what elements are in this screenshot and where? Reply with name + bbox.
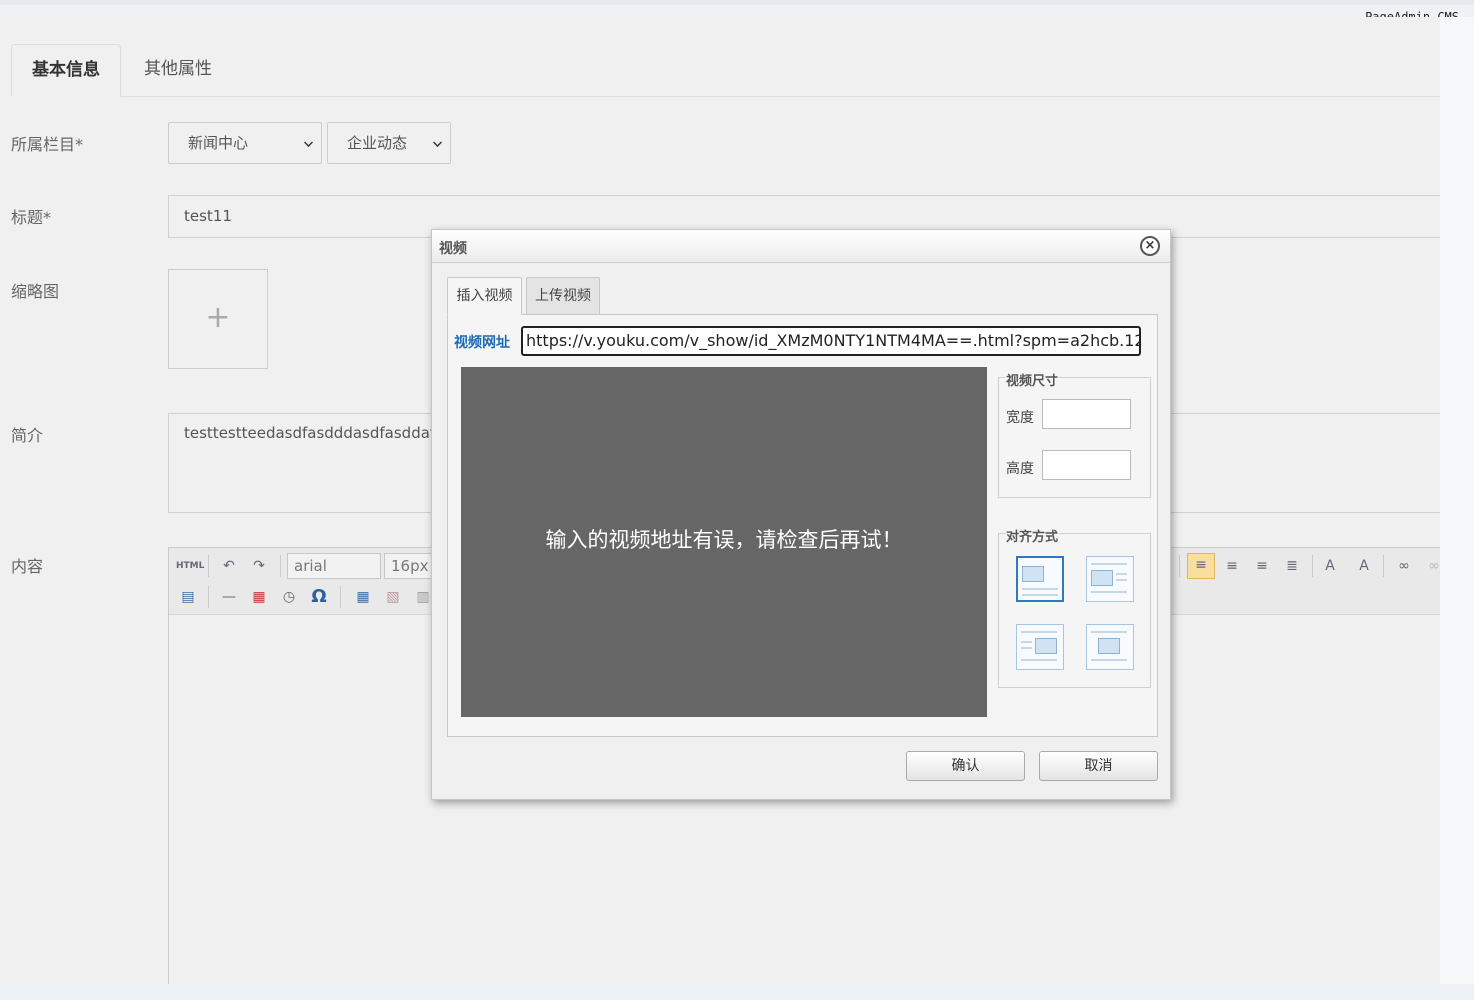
insert-video-panel: 视频网址 https://v.youku.com/v_show/id_XMzM0…	[447, 314, 1158, 737]
form-tabs: 基本信息 其他属性	[11, 44, 1440, 97]
align-none-icon[interactable]	[1016, 556, 1064, 602]
plus-icon: +	[205, 300, 231, 335]
video-preview: 输入的视频地址有误，请检查后再试！	[461, 367, 987, 717]
align-float-right-icon[interactable]	[1016, 624, 1064, 670]
video-size-group: 视频尺寸 宽度 高度	[998, 370, 1151, 498]
width-input[interactable]	[1042, 399, 1131, 429]
tab-other-properties[interactable]: 其他属性	[123, 44, 233, 97]
confirm-button[interactable]: 确认	[906, 751, 1025, 781]
title-label: 标题*	[11, 208, 52, 227]
close-icon[interactable]: ×	[1140, 236, 1160, 256]
time-icon[interactable]: ◷	[278, 586, 300, 608]
template-icon[interactable]: ▤	[177, 586, 199, 608]
category-label: 所属栏目*	[11, 135, 84, 154]
video-url-input[interactable]: https://v.youku.com/v_show/id_XMzM0NTY1N…	[521, 326, 1141, 356]
category-secondary-value: 企业动态	[347, 134, 408, 152]
top-bar	[0, 0, 1474, 5]
alignment-legend: 对齐方式	[1005, 526, 1060, 545]
toolbar-separator	[340, 586, 341, 608]
toolbar-separator	[1179, 555, 1180, 577]
right-gutter	[1440, 17, 1474, 984]
align-center-block-icon[interactable]	[1086, 624, 1134, 670]
alignment-group: 对齐方式	[998, 526, 1151, 688]
font-family-value: arial	[294, 557, 327, 575]
height-input[interactable]	[1042, 450, 1131, 480]
video-dialog: 视频 × 插入视频 上传视频 视频网址 https://v.youku.com/…	[431, 229, 1171, 800]
video-size-legend: 视频尺寸	[1005, 370, 1060, 389]
font-size-value: 16px	[391, 557, 429, 575]
cancel-button[interactable]: 取消	[1039, 751, 1158, 781]
html-source-icon[interactable]: HTML	[176, 555, 204, 577]
unlink-icon[interactable]: ∞	[1423, 555, 1440, 577]
toolbar-separator	[208, 586, 209, 608]
chevron-down-icon	[433, 138, 442, 147]
page-bottom-strip	[0, 984, 1474, 1000]
category-primary-select[interactable]: 新闻中心	[168, 122, 322, 164]
undo-icon[interactable]: ↶	[218, 555, 240, 577]
tab-basic-info[interactable]: 基本信息	[11, 44, 121, 97]
align-center-icon[interactable]: ≡	[1221, 555, 1243, 577]
thumbnail-label: 缩略图	[11, 282, 60, 301]
special-char-icon[interactable]: Ω	[308, 586, 330, 608]
horizontal-rule-icon[interactable]: —	[218, 586, 240, 608]
align-justify-icon[interactable]: ≣	[1281, 555, 1303, 577]
align-left-icon[interactable]: ≡	[1187, 553, 1215, 579]
toolbar-separator	[1312, 555, 1313, 577]
category-primary-value: 新闻中心	[188, 134, 249, 152]
toolbar-separator	[1383, 555, 1384, 577]
video-url-label: 视频网址	[454, 335, 510, 351]
dialog-title: 视频	[439, 241, 467, 257]
height-label: 高度	[1006, 461, 1034, 477]
font-family-select[interactable]: arial	[287, 553, 381, 579]
date-icon[interactable]: ▦	[248, 586, 270, 608]
align-float-left-icon[interactable]	[1086, 556, 1134, 602]
dialog-title-bar[interactable]: 视频 ×	[432, 230, 1170, 263]
link-icon[interactable]: ∞	[1393, 555, 1415, 577]
tab-upload-video[interactable]: 上传视频	[526, 277, 600, 315]
table-delete-icon[interactable]: ▧	[382, 586, 404, 608]
width-label: 宽度	[1006, 410, 1034, 426]
font-increase-icon[interactable]: A	[1319, 555, 1341, 577]
redo-icon[interactable]: ↷	[248, 555, 270, 577]
chevron-down-icon	[304, 138, 313, 147]
align-right-icon[interactable]: ≡	[1251, 555, 1273, 577]
table-icon[interactable]: ▦	[352, 586, 374, 608]
category-secondary-select[interactable]: 企业动态	[327, 122, 451, 164]
thumbnail-upload[interactable]: +	[168, 269, 268, 369]
toolbar-separator	[208, 555, 209, 577]
font-decrease-icon[interactable]: A	[1353, 555, 1375, 577]
toolbar-separator	[280, 555, 281, 577]
preview-error-message: 输入的视频地址有误，请检查后再试！	[545, 528, 903, 552]
content-label: 内容	[11, 557, 44, 576]
tab-insert-video[interactable]: 插入视频	[447, 277, 522, 315]
summary-label: 简介	[11, 426, 44, 445]
